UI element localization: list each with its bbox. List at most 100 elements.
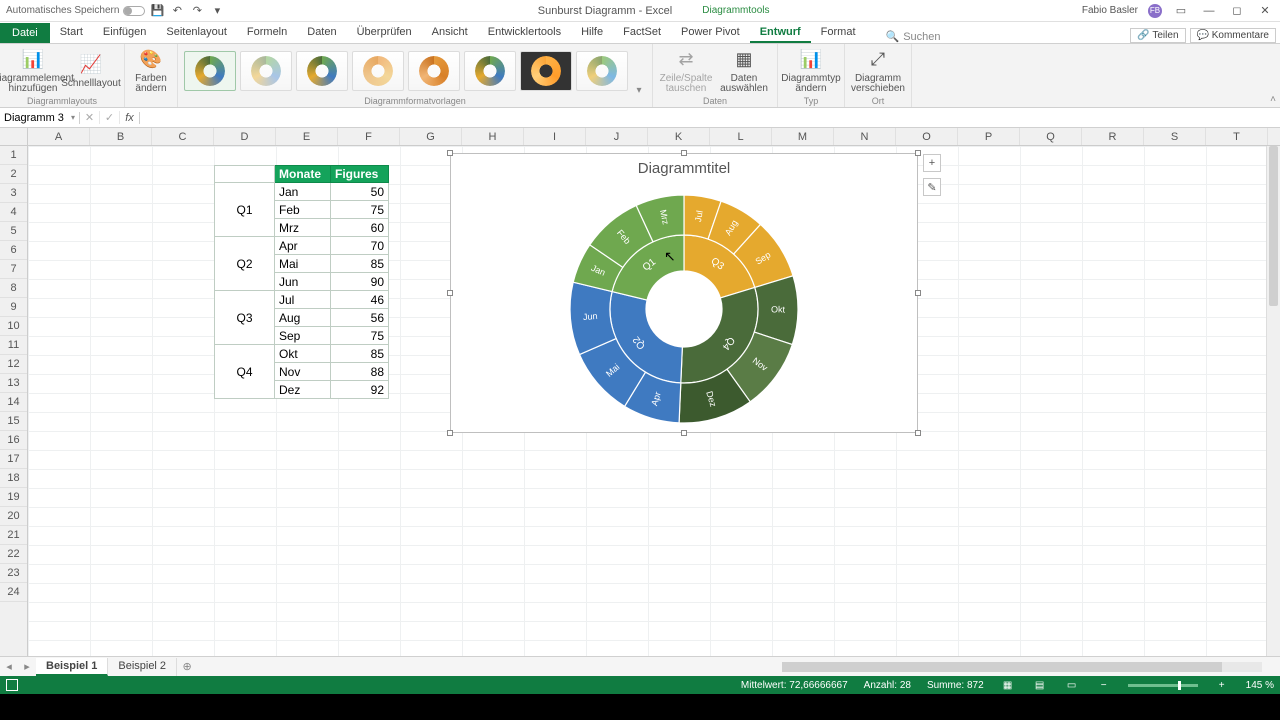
chart-style-7[interactable] — [520, 51, 572, 91]
tab-formeln[interactable]: Formeln — [237, 23, 297, 43]
record-macro-icon[interactable] — [6, 679, 18, 691]
row-header-20[interactable]: 20 — [0, 507, 27, 526]
search-input[interactable]: Suchen — [903, 31, 940, 43]
value-cell[interactable]: 60 — [331, 219, 389, 237]
fx-icon[interactable]: fx — [120, 112, 140, 124]
col-header-Q[interactable]: Q — [1020, 128, 1082, 145]
user-name[interactable]: Fabio Basler — [1082, 5, 1138, 16]
resize-handle[interactable] — [447, 290, 453, 296]
resize-handle[interactable] — [447, 150, 453, 156]
chart-elements-button[interactable]: + — [923, 154, 941, 172]
value-cell[interactable]: 85 — [331, 345, 389, 363]
month-cell[interactable]: Jul — [275, 291, 331, 309]
qat-customize-icon[interactable]: ▾ — [209, 3, 225, 19]
row-header-11[interactable]: 11 — [0, 336, 27, 355]
chart-style-8[interactable] — [576, 51, 628, 91]
select-all-corner[interactable] — [0, 128, 28, 145]
row-header-14[interactable]: 14 — [0, 393, 27, 412]
col-header-K[interactable]: K — [648, 128, 710, 145]
row-header-7[interactable]: 7 — [0, 260, 27, 279]
save-icon[interactable]: 💾 — [149, 3, 165, 19]
change-chart-type-button[interactable]: 📊 Diagrammtyp ändern — [784, 48, 838, 95]
quarter-cell[interactable]: Q2 — [215, 237, 275, 291]
tab-entwicklertools[interactable]: Entwicklertools — [478, 23, 571, 43]
value-cell[interactable]: 85 — [331, 255, 389, 273]
chart-title[interactable]: Diagrammtitel — [451, 154, 917, 177]
chart-style-2[interactable] — [240, 51, 292, 91]
resize-handle[interactable] — [915, 430, 921, 436]
collapse-ribbon-icon[interactable]: ˄ — [1270, 94, 1276, 105]
row-header-12[interactable]: 12 — [0, 355, 27, 374]
row-header-2[interactable]: 2 — [0, 165, 27, 184]
chart-object[interactable]: Diagrammtitel Q3JulAugSepQ4OktNovDezQ2Ap… — [450, 153, 918, 433]
value-cell[interactable]: 75 — [331, 201, 389, 219]
resize-handle[interactable] — [447, 430, 453, 436]
row-header-16[interactable]: 16 — [0, 431, 27, 450]
formula-cancel-icon[interactable]: ✕ — [80, 111, 100, 124]
tab-start[interactable]: Start — [50, 23, 93, 43]
zoom-level[interactable]: 145 % — [1246, 680, 1274, 691]
tab-seitenlayout[interactable]: Seitenlayout — [156, 23, 237, 43]
col-header-O[interactable]: O — [896, 128, 958, 145]
chart-style-5[interactable] — [408, 51, 460, 91]
chart-style-3[interactable] — [296, 51, 348, 91]
row-header-8[interactable]: 8 — [0, 279, 27, 298]
col-header-I[interactable]: I — [524, 128, 586, 145]
row-header-13[interactable]: 13 — [0, 374, 27, 393]
zoom-in-icon[interactable]: + — [1214, 680, 1230, 691]
col-header-A[interactable]: A — [28, 128, 90, 145]
formula-enter-icon[interactable]: ✓ — [100, 111, 120, 124]
row-header-22[interactable]: 22 — [0, 545, 27, 564]
comments-button[interactable]: 💬 Kommentare — [1190, 28, 1276, 43]
month-cell[interactable]: Jan — [275, 183, 331, 201]
resize-handle[interactable] — [915, 290, 921, 296]
style-gallery-more[interactable]: ▾ — [632, 46, 646, 96]
worksheet-area[interactable]: ABCDEFGHIJKLMNOPQRST 1234567891011121314… — [0, 128, 1280, 656]
month-cell[interactable]: Nov — [275, 363, 331, 381]
col-header-T[interactable]: T — [1206, 128, 1268, 145]
tab-hilfe[interactable]: Hilfe — [571, 23, 613, 43]
value-cell[interactable]: 70 — [331, 237, 389, 255]
row-header-17[interactable]: 17 — [0, 450, 27, 469]
col-header-C[interactable]: C — [152, 128, 214, 145]
view-normal-icon[interactable]: ▦ — [1000, 680, 1016, 691]
sheet-tab[interactable]: Beispiel 2 — [108, 658, 177, 676]
month-cell[interactable]: Dez — [275, 381, 331, 399]
close-icon[interactable]: ✕ — [1256, 4, 1274, 17]
table-row[interactable]: Q4Okt85 — [215, 345, 389, 363]
col-header-P[interactable]: P — [958, 128, 1020, 145]
value-cell[interactable]: 88 — [331, 363, 389, 381]
month-cell[interactable]: Jun — [275, 273, 331, 291]
avatar[interactable]: FB — [1148, 4, 1162, 18]
col-header-H[interactable]: H — [462, 128, 524, 145]
tab-daten[interactable]: Daten — [297, 23, 346, 43]
row-header-18[interactable]: 18 — [0, 469, 27, 488]
row-header-21[interactable]: 21 — [0, 526, 27, 545]
horizontal-scrollbar[interactable] — [782, 662, 1262, 672]
row-header-4[interactable]: 4 — [0, 203, 27, 222]
chart-styles-button[interactable]: ✎ — [923, 178, 941, 196]
row-header-9[interactable]: 9 — [0, 298, 27, 317]
undo-icon[interactable]: ↶ — [169, 3, 185, 19]
view-page-break-icon[interactable]: ▭ — [1064, 680, 1080, 691]
row-header-5[interactable]: 5 — [0, 222, 27, 241]
quarter-cell[interactable]: Q4 — [215, 345, 275, 399]
value-cell[interactable]: 90 — [331, 273, 389, 291]
maximize-icon[interactable]: ◻ — [1228, 4, 1246, 17]
table-row[interactable]: Q1Jan50 — [215, 183, 389, 201]
row-header-10[interactable]: 10 — [0, 317, 27, 336]
col-header-L[interactable]: L — [710, 128, 772, 145]
table-row[interactable]: Q3Jul46 — [215, 291, 389, 309]
quarter-cell[interactable]: Q1 — [215, 183, 275, 237]
ribbon-options-icon[interactable]: ▭ — [1172, 4, 1190, 17]
col-header-S[interactable]: S — [1144, 128, 1206, 145]
col-header-J[interactable]: J — [586, 128, 648, 145]
value-cell[interactable]: 56 — [331, 309, 389, 327]
month-cell[interactable]: Mai — [275, 255, 331, 273]
change-colors-button[interactable]: 🎨 Farben ändern — [131, 48, 171, 95]
quarter-cell[interactable]: Q3 — [215, 291, 275, 345]
minimize-icon[interactable]: — — [1200, 5, 1218, 17]
tab-file[interactable]: Datei — [0, 23, 50, 43]
col-header-D[interactable]: D — [214, 128, 276, 145]
add-chart-element-button[interactable]: 📊 Diagrammelement hinzufügen — [6, 48, 60, 95]
